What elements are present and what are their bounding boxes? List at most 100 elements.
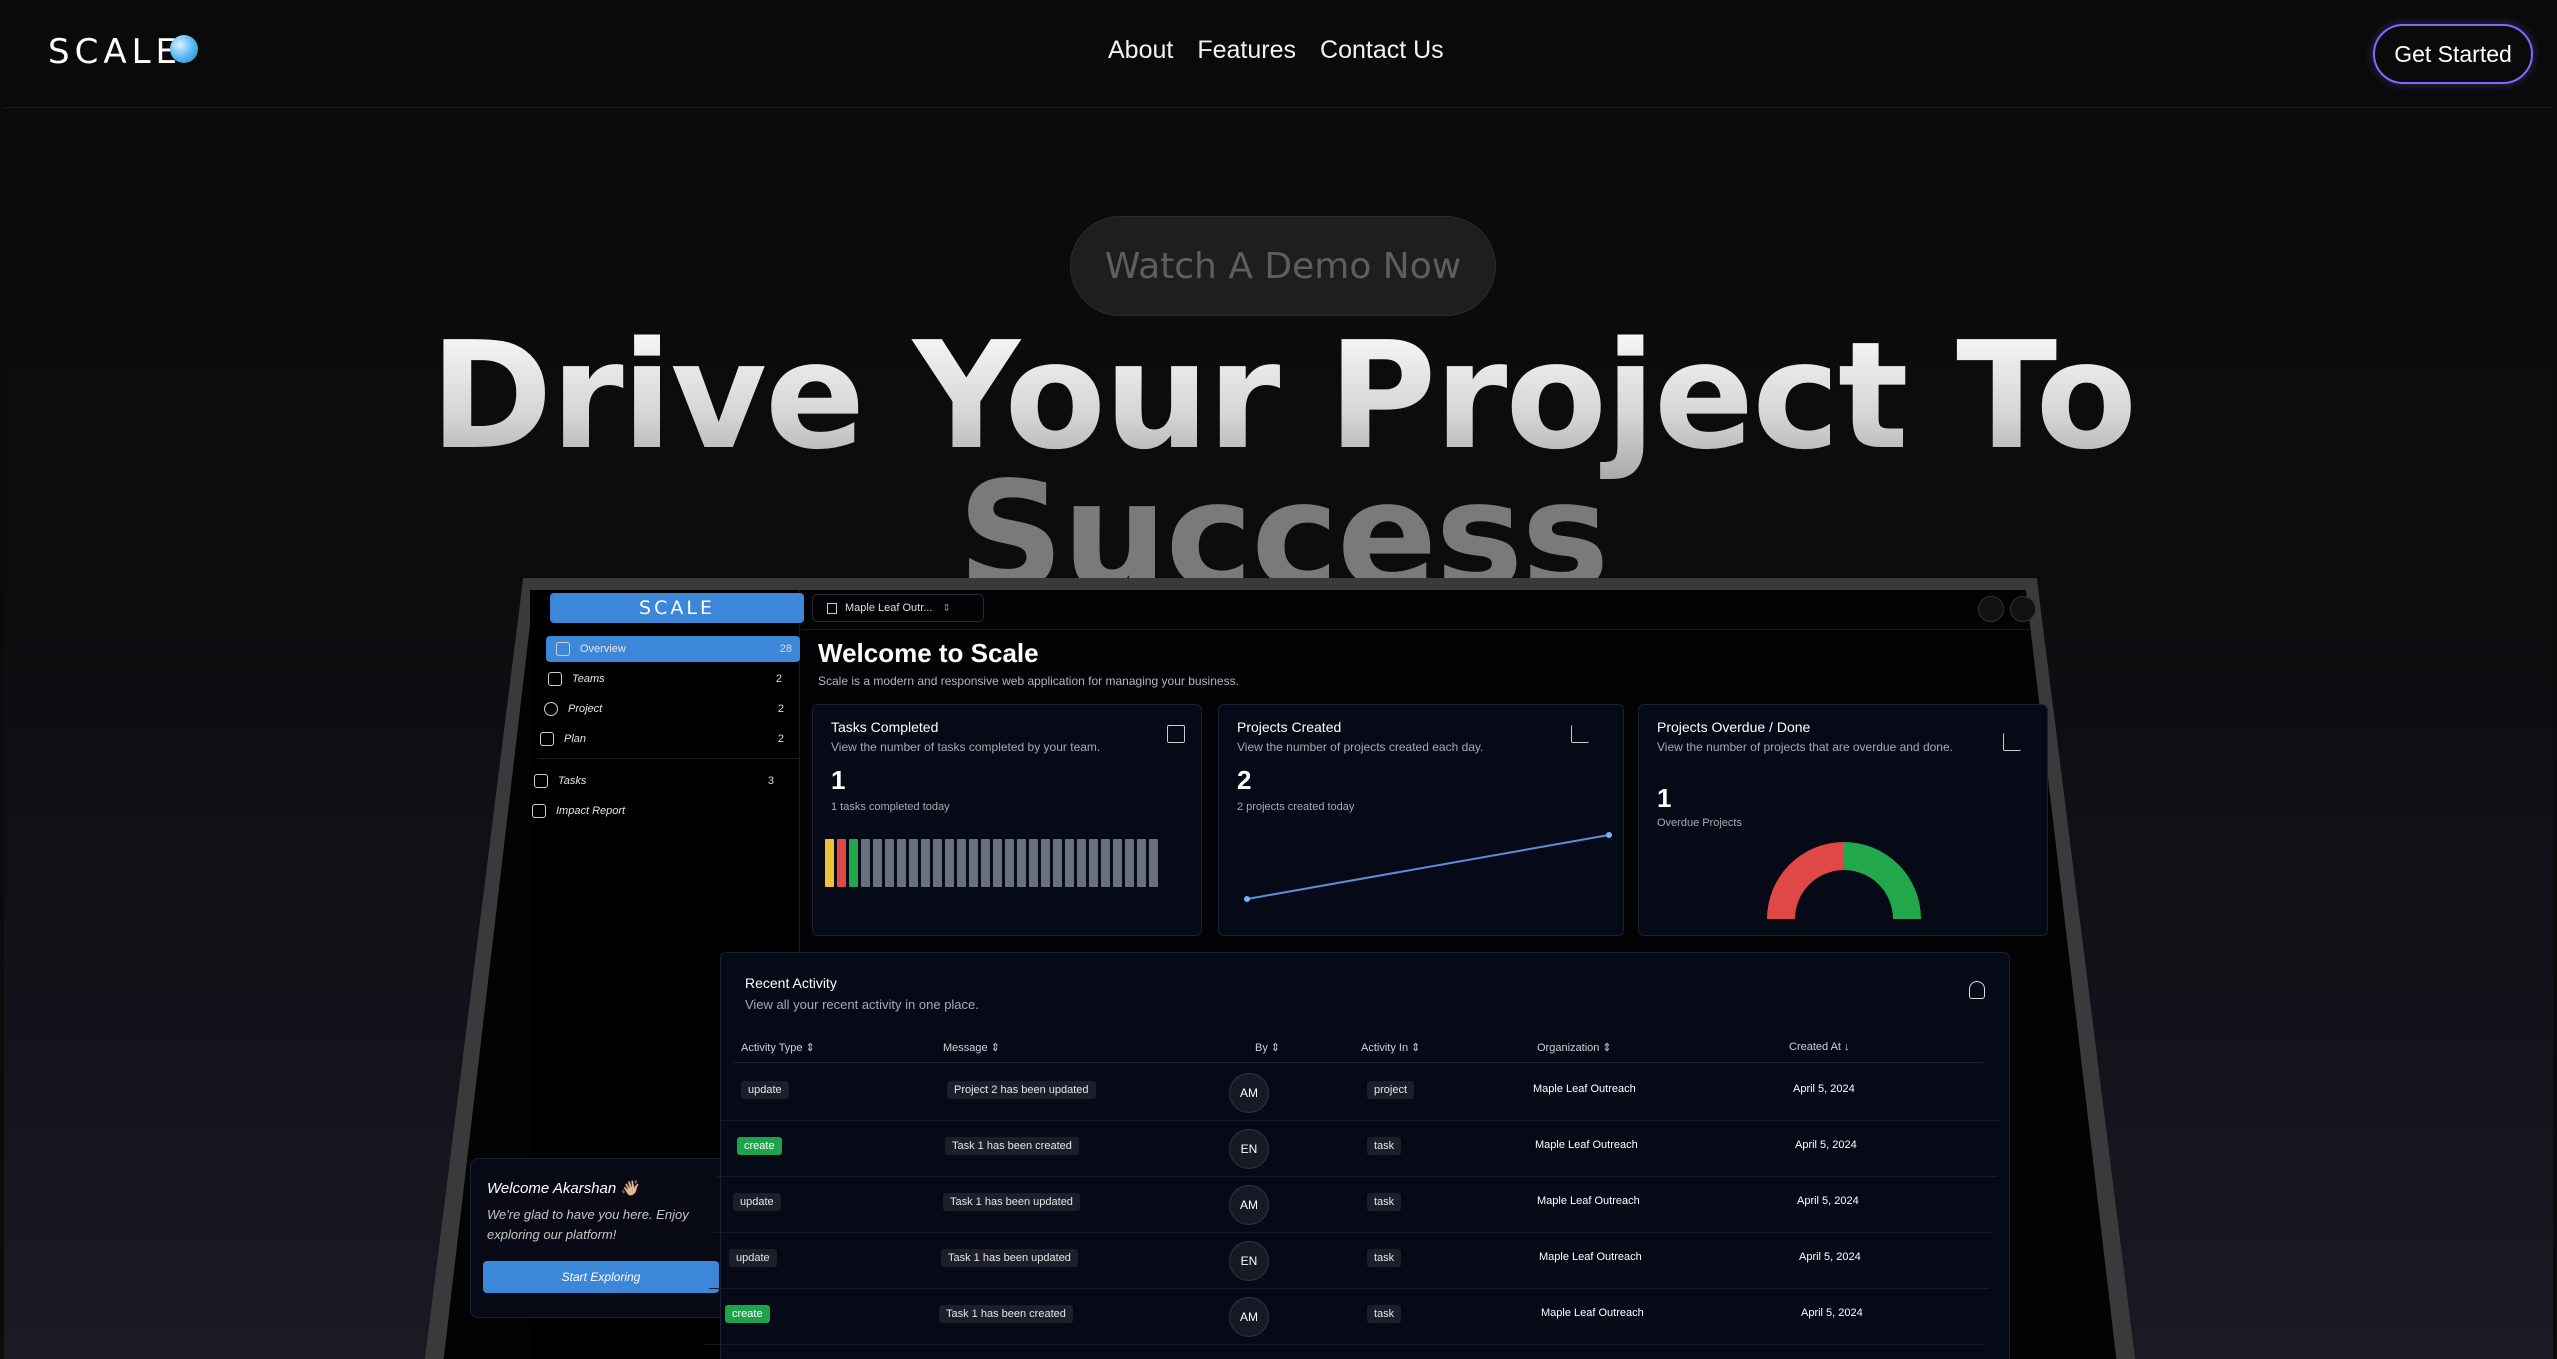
activity-in-badge: task [1367, 1305, 1402, 1323]
line-chart-icon [2003, 733, 2021, 751]
theme-toggle-icon[interactable] [2010, 596, 2036, 622]
table-row[interactable]: create Task 1 has been created AM task Maple… [705, 1289, 1985, 1345]
tasks-completed-card: Tasks Completed View the number of tasks… [812, 704, 1202, 936]
task-bar [969, 839, 978, 887]
task-bar [1137, 839, 1146, 887]
card-title: Projects Created [1237, 719, 1342, 735]
task-bar [1077, 839, 1086, 887]
column-header-organization[interactable]: Organization ⇕ [1537, 1041, 1612, 1054]
gauge-done-segment [1844, 842, 1921, 919]
activity-in-badge: task [1367, 1137, 1402, 1155]
card-subtitle: View the number of projects created each… [1237, 740, 1484, 754]
bell-icon[interactable] [1969, 981, 1985, 999]
organization-select[interactable]: Maple Leaf Outr... ⇕ [812, 594, 984, 622]
message-badge: Task 1 has been created [945, 1137, 1079, 1155]
card-note: Overdue Projects [1657, 817, 1742, 829]
watch-demo-button[interactable]: Watch A Demo Now [1070, 216, 1496, 316]
projects-overdue-card: Projects Overdue / Done View the number … [1638, 704, 2048, 936]
column-header-by[interactable]: By ⇕ [1255, 1041, 1280, 1054]
sidebar-item-tasks[interactable]: Tasks 3 [526, 768, 782, 794]
task-bar [933, 839, 942, 887]
column-header-activity-type[interactable]: Activity Type ⇕ [741, 1041, 815, 1054]
nav-links: About Features Contact Us [1108, 36, 1444, 65]
chart-point [1606, 832, 1612, 838]
nav-link-features[interactable]: Features [1197, 36, 1296, 65]
message-badge: Task 1 has been updated [941, 1249, 1078, 1267]
task-bar [1029, 839, 1038, 887]
sidebar-item-count: 2 [777, 703, 784, 715]
activity-in-badge: task [1367, 1193, 1402, 1211]
app-logo[interactable]: SCALE [550, 593, 804, 623]
activity-type-badge: create [737, 1137, 782, 1155]
column-header-activity-in[interactable]: Activity In ⇕ [1361, 1041, 1420, 1054]
task-bar [1017, 839, 1026, 887]
table-row[interactable]: create Task 1 has been created EN task Maple… [717, 1121, 1997, 1177]
card-title: Projects Overdue / Done [1657, 719, 1811, 735]
task-bar [1101, 839, 1110, 887]
created-at-cell: April 5, 2024 [1797, 1195, 1859, 1207]
task-bar [1113, 839, 1122, 887]
created-at-cell: April 5, 2024 [1793, 1083, 1855, 1095]
avatar: EN [1229, 1129, 1269, 1169]
column-header-created-at[interactable]: Created At ↓ [1789, 1041, 1850, 1053]
nav-link-about[interactable]: About [1108, 36, 1173, 65]
user-avatar-icon[interactable] [1978, 596, 2004, 622]
page-title: Welcome to Scale [818, 638, 1039, 668]
table-row[interactable]: update Task 1 has been updated EN task Maple… [709, 1233, 1989, 1289]
organization-cell: Maple Leaf Outreach [1535, 1139, 1638, 1151]
send-icon [540, 732, 554, 746]
task-bar [1041, 839, 1050, 887]
activity-type-badge: create [725, 1305, 770, 1323]
table-row[interactable]: update Task 1 has been updated AM task Maple… [713, 1177, 1993, 1233]
card-value: 1 [831, 765, 846, 795]
sidebar-item-label: Tasks [558, 775, 587, 787]
task-bar [1065, 839, 1074, 887]
sidebar-item-overview[interactable]: Overview 28 [546, 636, 800, 662]
page-subtitle: Scale is a modern and responsive web app… [818, 674, 1239, 688]
nav-link-contact[interactable]: Contact Us [1320, 36, 1444, 65]
chevron-updown-icon: ⇕ [942, 602, 951, 614]
activity-type-badge: update [733, 1193, 781, 1211]
top-nav: SCALE About Features Contact Us Get Star… [4, 0, 2553, 108]
sidebar-item-label: Overview [580, 643, 626, 655]
task-bar [909, 839, 918, 887]
hero-title-line2: Success [957, 450, 1610, 580]
task-bar [1053, 839, 1062, 887]
created-at-cell: April 5, 2024 [1795, 1139, 1857, 1151]
created-at-cell: April 5, 2024 [1801, 1307, 1863, 1319]
organization-cell: Maple Leaf Outreach [1541, 1307, 1644, 1319]
activity-in-badge: task [1367, 1249, 1402, 1267]
sidebar-item-label: Impact Report [556, 805, 626, 817]
message-badge: Task 1 has been created [939, 1305, 1073, 1323]
sidebar-item-plan[interactable]: Plan 2 [532, 726, 792, 752]
column-header-message[interactable]: Message ⇕ [943, 1041, 1000, 1054]
sidebar-item-project[interactable]: Project 2 [536, 696, 792, 722]
avatar: AM [1229, 1073, 1269, 1113]
line-chart-icon [1571, 725, 1589, 743]
welcome-card-title: Welcome Akarshan 👋🏼 [487, 1180, 640, 1197]
card-value: 1 [1657, 783, 1672, 813]
message-badge: Task 1 has been updated [943, 1193, 1080, 1211]
task-bar [993, 839, 1002, 887]
task-bar [921, 839, 930, 887]
table-row[interactable]: update Project 2 has been updated AM projec… [721, 1065, 2001, 1121]
task-bar [1089, 839, 1098, 887]
chart-point [1244, 896, 1250, 902]
building-icon [827, 602, 837, 614]
dashboard-preview: SCALE Overview 28 Teams 2 Project 2 Plan… [470, 590, 2048, 1359]
get-started-button[interactable]: Get Started [2373, 24, 2533, 84]
sidebar-item-teams[interactable]: Teams 2 [538, 666, 790, 692]
activity-table-header: Activity Type ⇕ Message ⇕ By ⇕ Activity … [733, 1035, 1983, 1063]
card-note: 2 projects created today [1237, 801, 1355, 813]
welcome-card-text: We're glad to have you here. Enjoy explo… [487, 1207, 689, 1242]
scale-logo[interactable]: SCALE [48, 32, 199, 72]
sidebar-item-impact-report[interactable]: Impact Report [524, 798, 780, 824]
projects-line-chart [1244, 832, 1612, 902]
target-icon [544, 702, 558, 716]
app-logo-text: SCALE [639, 597, 715, 619]
sidebar-item-label: Plan [564, 733, 587, 745]
sidebar-item-count: 2 [777, 733, 784, 745]
start-exploring-button[interactable]: Start Exploring [483, 1261, 719, 1293]
avatar: AM [1229, 1297, 1269, 1337]
recent-activity-card: Recent Activity View all your recent act… [705, 952, 2010, 1359]
